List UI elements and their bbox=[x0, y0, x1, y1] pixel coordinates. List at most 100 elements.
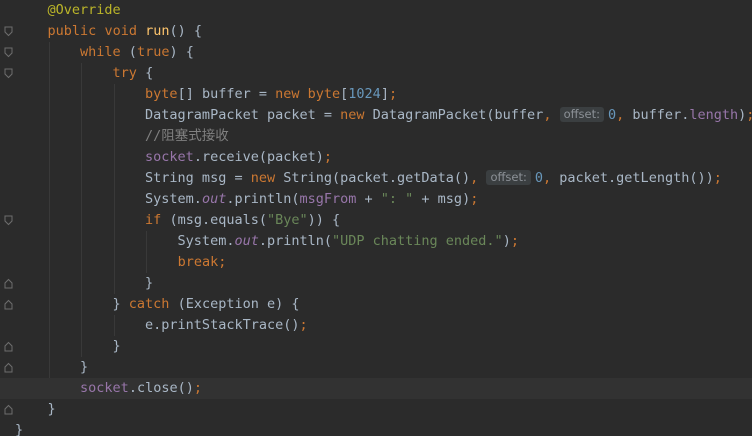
code-line[interactable]: @Override bbox=[0, 0, 752, 21]
code-line[interactable]: public void run() { bbox=[0, 21, 752, 42]
code-token: String msg = bbox=[15, 170, 251, 186]
code-editor[interactable]: @Override public void run() { while (tru… bbox=[0, 0, 752, 436]
code-token: void bbox=[104, 23, 137, 39]
code-token: } bbox=[15, 338, 121, 354]
code-token: } bbox=[15, 275, 154, 291]
code-line[interactable]: } bbox=[0, 357, 752, 378]
code-token: DatagramPacket(buffer bbox=[364, 107, 544, 123]
code-token: } bbox=[15, 422, 24, 436]
code-token: } bbox=[15, 296, 129, 312]
code-text[interactable]: //阻塞式接收 bbox=[15, 126, 229, 147]
code-line[interactable]: //阻塞式接收 bbox=[0, 126, 752, 147]
code-text[interactable]: public void run() { bbox=[15, 21, 202, 42]
code-line[interactable]: } bbox=[0, 399, 752, 420]
code-token: new bbox=[275, 86, 300, 102]
fold-close-icon[interactable] bbox=[4, 336, 13, 357]
code-line[interactable]: DatagramPacket packet = new DatagramPack… bbox=[0, 105, 752, 126]
code-text[interactable]: if (msg.equals("Bye")) { bbox=[15, 210, 340, 231]
code-line[interactable]: byte[] buffer = new byte[1024]; bbox=[0, 84, 752, 105]
code-token: socket bbox=[145, 149, 194, 165]
code-token: break bbox=[177, 254, 219, 270]
code-token: msgFrom bbox=[299, 191, 357, 207]
fold-open-icon[interactable] bbox=[4, 42, 13, 63]
code-line[interactable]: } catch (Exception e) { bbox=[0, 294, 752, 315]
code-token: [] buffer = bbox=[177, 86, 276, 102]
code-text[interactable]: System.out.println(msgFrom + ": " + msg)… bbox=[15, 189, 478, 210]
code-token: .println( bbox=[258, 233, 332, 249]
code-text[interactable]: socket.receive(packet); bbox=[15, 147, 332, 168]
code-token: ; bbox=[218, 254, 227, 270]
code-token: out bbox=[234, 233, 259, 249]
code-line[interactable]: break; bbox=[0, 252, 752, 273]
code-text[interactable]: socket.close(); bbox=[15, 378, 202, 399]
fold-close-icon[interactable] bbox=[4, 399, 13, 420]
code-text[interactable]: } catch (Exception e) { bbox=[15, 294, 300, 315]
code-token: ; bbox=[713, 170, 722, 186]
fold-close-icon[interactable] bbox=[4, 294, 13, 315]
code-line[interactable]: } bbox=[0, 336, 752, 357]
code-text[interactable]: @Override bbox=[15, 0, 121, 21]
code-token: ": " bbox=[380, 191, 414, 207]
code-token: System. bbox=[15, 233, 235, 249]
fold-open-icon[interactable] bbox=[4, 210, 13, 231]
code-text[interactable]: System.out.println("UDP chatting ended."… bbox=[15, 231, 519, 252]
code-text[interactable]: } bbox=[15, 399, 56, 420]
code-token: ) { bbox=[169, 44, 194, 60]
code-text[interactable]: while (true) { bbox=[15, 42, 194, 63]
code-token: byte bbox=[145, 86, 178, 102]
code-text[interactable]: break; bbox=[15, 252, 227, 273]
code-token: + bbox=[356, 191, 381, 207]
code-token: ; bbox=[510, 233, 519, 249]
code-line[interactable]: try { bbox=[0, 63, 752, 84]
code-line[interactable]: while (true) { bbox=[0, 42, 752, 63]
code-text[interactable]: } bbox=[15, 273, 153, 294]
fold-close-icon[interactable] bbox=[4, 357, 13, 378]
code-line[interactable]: String msg = new String(packet.getData()… bbox=[0, 168, 752, 189]
code-text[interactable]: byte[] buffer = new byte[1024]; bbox=[15, 84, 397, 105]
code-line[interactable]: socket.receive(packet); bbox=[0, 147, 752, 168]
fold-close-icon[interactable] bbox=[4, 273, 13, 294]
code-line[interactable]: } bbox=[0, 420, 752, 436]
code-line[interactable]: socket.close(); bbox=[0, 378, 752, 399]
code-token: .receive(packet) bbox=[193, 149, 324, 165]
code-text[interactable]: DatagramPacket packet = new DatagramPack… bbox=[15, 105, 752, 126]
code-text[interactable]: } bbox=[15, 357, 88, 378]
code-line[interactable]: System.out.println(msgFrom + ": " + msg)… bbox=[0, 189, 752, 210]
code-token: ; bbox=[746, 107, 752, 123]
fold-open-icon[interactable] bbox=[4, 21, 13, 42]
code-token: ; bbox=[299, 317, 308, 333]
code-token: //阻塞式接收 bbox=[145, 128, 229, 144]
code-line[interactable]: System.out.println("UDP chatting ended."… bbox=[0, 231, 752, 252]
code-text[interactable]: } bbox=[15, 420, 23, 436]
code-token: socket bbox=[80, 380, 129, 396]
code-text[interactable]: e.printStackTrace(); bbox=[15, 315, 308, 336]
code-token: run bbox=[145, 23, 170, 39]
code-token: ) bbox=[502, 233, 511, 249]
code-token: true bbox=[136, 44, 170, 60]
code-line[interactable]: e.printStackTrace(); bbox=[0, 315, 752, 336]
code-token: length bbox=[689, 107, 739, 123]
code-token: System. bbox=[15, 191, 202, 207]
code-line[interactable]: if (msg.equals("Bye")) { bbox=[0, 210, 752, 231]
code-token: , bbox=[543, 170, 552, 186]
code-token: .close() bbox=[128, 380, 194, 396]
code-token: packet.getLength()) bbox=[551, 170, 714, 186]
code-token: )) { bbox=[307, 212, 341, 228]
code-token: (msg.equals( bbox=[161, 212, 267, 228]
code-token: .println( bbox=[226, 191, 300, 207]
code-token: String(packet.getData() bbox=[275, 170, 471, 186]
code-token: buffer. bbox=[624, 107, 690, 123]
code-text[interactable]: try { bbox=[15, 63, 154, 84]
fold-open-icon[interactable] bbox=[4, 63, 13, 84]
code-text[interactable]: String msg = new String(packet.getData()… bbox=[15, 168, 722, 189]
code-token: ( bbox=[120, 44, 137, 60]
code-text[interactable]: } bbox=[15, 336, 121, 357]
code-line[interactable]: } bbox=[0, 273, 752, 294]
